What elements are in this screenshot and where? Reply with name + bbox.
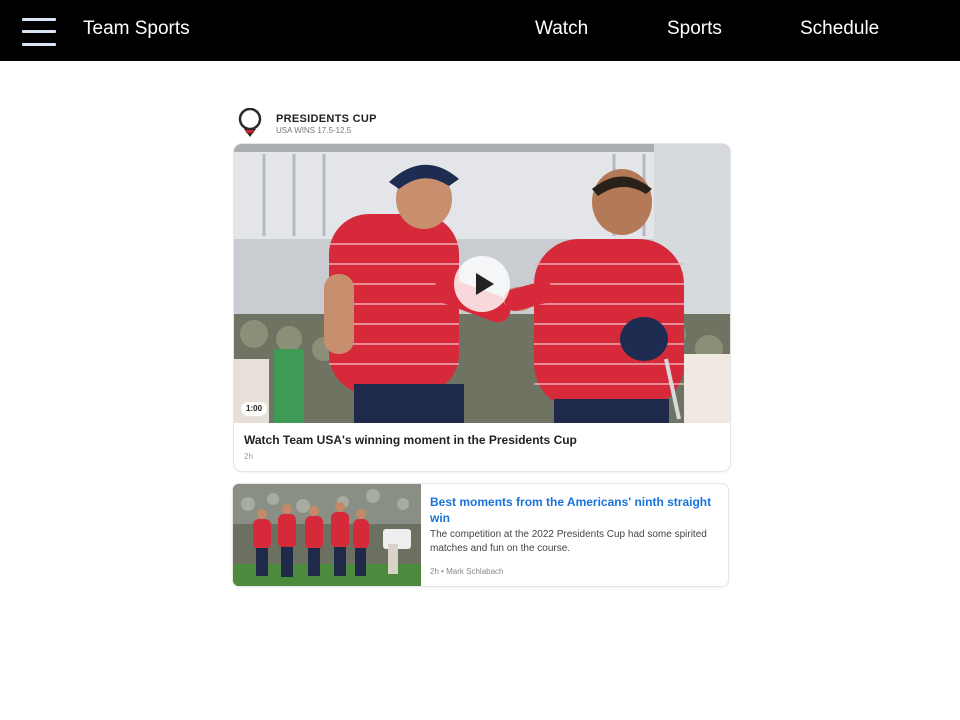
presidents-cup-logo-icon [238,108,262,137]
nav-link-sports[interactable]: Sports [667,18,722,40]
hamburger-menu-icon[interactable] [22,18,56,48]
nav-link-schedule[interactable]: Schedule [800,18,879,40]
event-title: PRESIDENTS CUP [276,113,377,125]
nav-link-watch[interactable]: Watch [535,18,588,40]
article-card[interactable]: Best moments from the Americans' ninth s… [233,484,728,586]
video-timestamp: 2h [244,452,253,461]
top-navigation-bar: Team Sports Watch Sports Schedule [0,0,960,61]
article-thumbnail[interactable] [233,484,421,586]
event-score: USA WINS 17.5-12.5 [276,126,352,135]
event-header[interactable]: PRESIDENTS CUP USA WINS 17.5-12.5 [236,108,536,140]
video-title[interactable]: Watch Team USA's winning moment in the P… [244,433,577,447]
video-duration-badge: 1:00 [241,402,268,416]
video-thumbnail[interactable]: 1:00 [234,144,730,423]
play-icon[interactable] [454,256,510,312]
article-summary: The competition at the 2022 Presidents C… [430,529,707,554]
article-meta: 2h • Mark Schlabach [430,567,504,576]
video-card[interactable]: 1:00 Watch Team USA's winning moment in … [234,144,730,471]
site-brand[interactable]: Team Sports [83,18,190,40]
article-headline[interactable]: Best moments from the Americans' ninth s… [430,494,715,526]
